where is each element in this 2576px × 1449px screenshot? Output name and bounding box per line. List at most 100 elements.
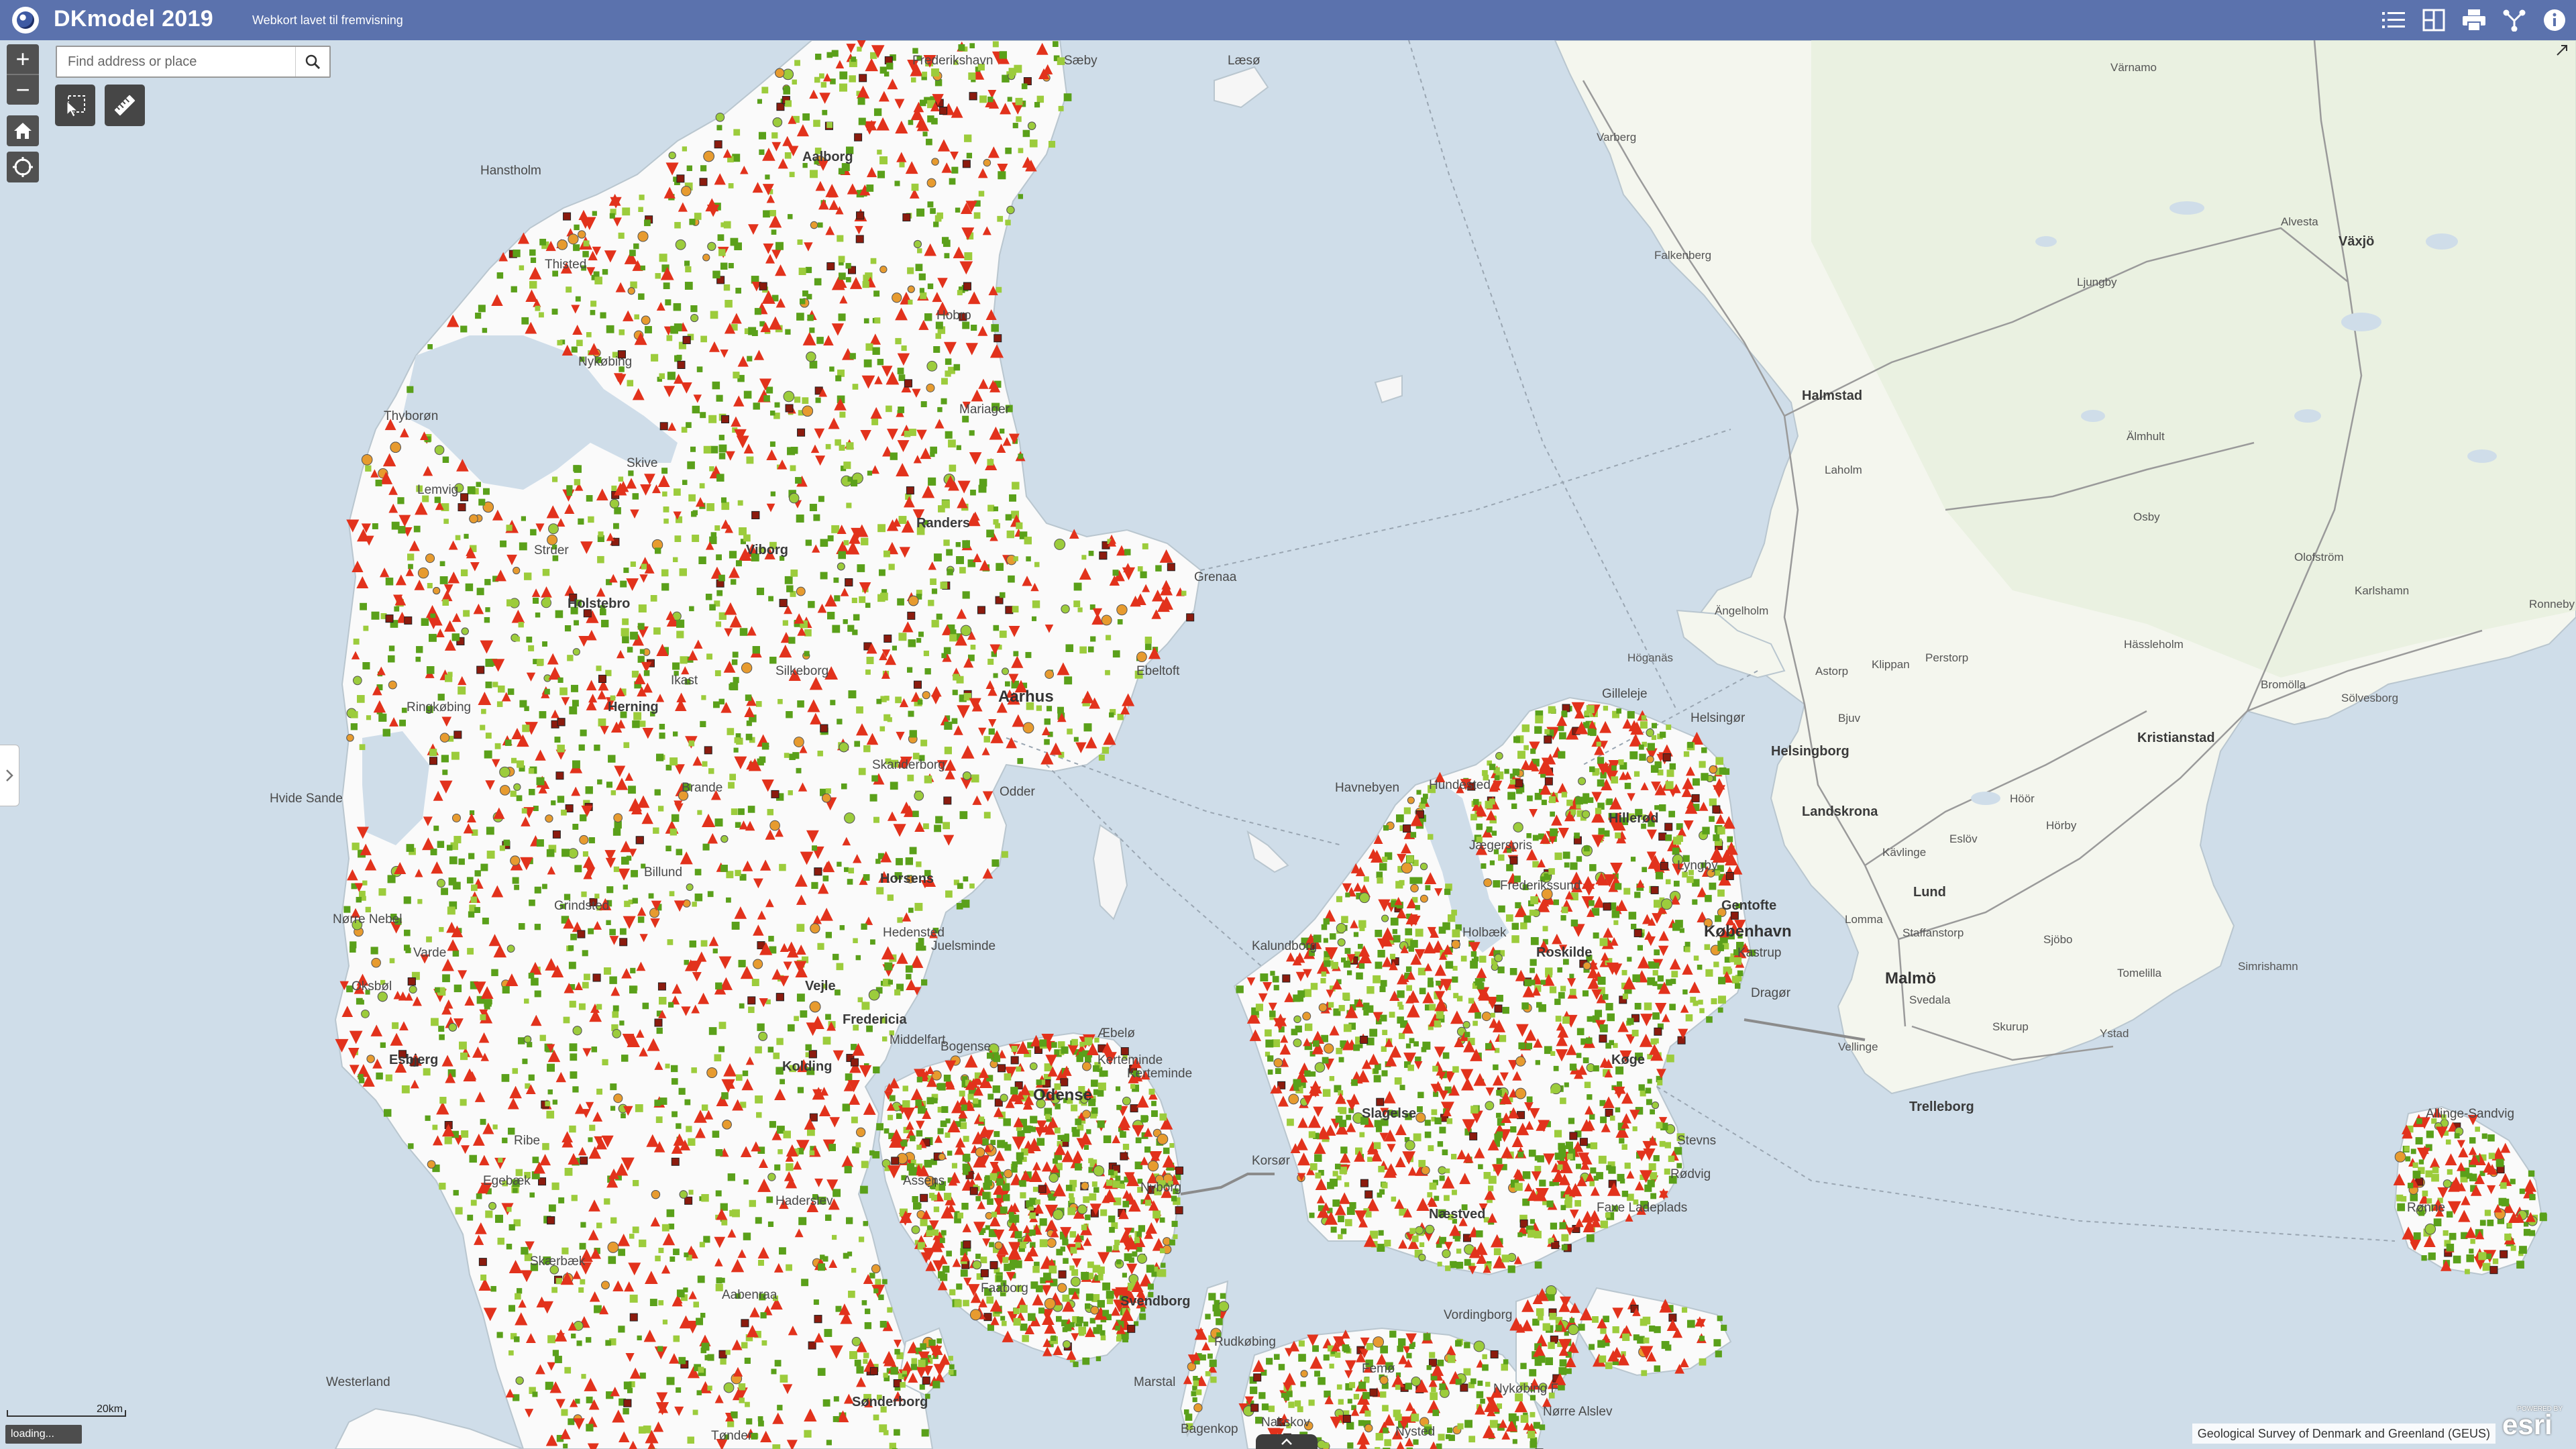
well-symbol[interactable]: [673, 557, 678, 562]
well-symbol[interactable]: [906, 486, 914, 495]
well-symbol[interactable]: [429, 633, 437, 642]
well-symbol[interactable]: [572, 1086, 579, 1093]
well-symbol[interactable]: [700, 940, 708, 947]
well-symbol[interactable]: [1417, 1106, 1423, 1112]
well-symbol[interactable]: [690, 305, 698, 313]
well-symbol[interactable]: [521, 516, 526, 521]
well-symbol[interactable]: [439, 733, 450, 743]
well-symbol[interactable]: [714, 670, 721, 676]
well-symbol[interactable]: [476, 588, 484, 596]
well-symbol[interactable]: [663, 506, 669, 513]
well-symbol[interactable]: [1000, 1093, 1008, 1102]
well-symbol[interactable]: [662, 491, 667, 497]
well-symbol[interactable]: [466, 877, 474, 883]
well-symbol[interactable]: [628, 786, 636, 794]
well-symbol[interactable]: [963, 282, 971, 290]
well-symbol[interactable]: [962, 415, 969, 423]
well-symbol[interactable]: [854, 1359, 861, 1366]
well-symbol[interactable]: [878, 1294, 884, 1301]
well-symbol[interactable]: [585, 786, 593, 794]
well-symbol[interactable]: [460, 1053, 468, 1061]
well-symbol[interactable]: [637, 623, 645, 630]
well-symbol[interactable]: [1122, 1096, 1131, 1106]
well-symbol[interactable]: [690, 314, 699, 323]
well-symbol[interactable]: [841, 783, 847, 790]
well-symbol[interactable]: [748, 327, 757, 335]
well-symbol[interactable]: [877, 524, 885, 533]
well-symbol[interactable]: [1159, 1217, 1165, 1223]
well-symbol[interactable]: [843, 462, 851, 470]
well-symbol[interactable]: [956, 556, 964, 564]
well-symbol[interactable]: [1106, 1246, 1112, 1252]
well-symbol[interactable]: [708, 768, 714, 774]
well-symbol[interactable]: [941, 237, 949, 244]
well-symbol[interactable]: [997, 1140, 1006, 1148]
well-symbol[interactable]: [461, 627, 469, 635]
well-symbol[interactable]: [513, 250, 521, 258]
well-symbol[interactable]: [825, 932, 832, 938]
well-symbol[interactable]: [467, 948, 474, 955]
well-symbol[interactable]: [761, 87, 769, 94]
well-symbol[interactable]: [640, 265, 645, 270]
well-symbol[interactable]: [407, 553, 415, 561]
well-symbol[interactable]: [574, 865, 582, 873]
well-symbol[interactable]: [1102, 1070, 1108, 1077]
well-symbol[interactable]: [802, 290, 808, 297]
well-symbol[interactable]: [535, 305, 541, 311]
well-symbol[interactable]: [1016, 116, 1022, 122]
well-symbol[interactable]: [568, 945, 574, 951]
well-symbol[interactable]: [413, 525, 421, 533]
well-symbol[interactable]: [785, 100, 792, 107]
well-symbol[interactable]: [535, 612, 541, 618]
well-symbol[interactable]: [1023, 1125, 1031, 1134]
well-symbol[interactable]: [731, 659, 738, 665]
well-symbol[interactable]: [671, 814, 680, 822]
well-symbol[interactable]: [933, 346, 941, 353]
well-symbol[interactable]: [869, 1366, 878, 1375]
well-symbol[interactable]: [1442, 1249, 1451, 1258]
well-symbol[interactable]: [451, 813, 461, 822]
well-symbol[interactable]: [873, 1414, 879, 1421]
well-symbol[interactable]: [1057, 706, 1064, 714]
well-symbol[interactable]: [692, 535, 700, 542]
well-symbol[interactable]: [656, 1027, 663, 1034]
well-symbol[interactable]: [1043, 1273, 1051, 1281]
well-symbol[interactable]: [1589, 864, 1597, 871]
well-symbol[interactable]: [1083, 1196, 1090, 1203]
well-symbol[interactable]: [895, 337, 902, 345]
well-symbol[interactable]: [654, 789, 661, 796]
well-symbol[interactable]: [887, 1307, 893, 1313]
well-symbol[interactable]: [743, 1179, 749, 1185]
well-symbol[interactable]: [767, 1173, 776, 1181]
well-symbol[interactable]: [425, 1115, 431, 1121]
well-symbol[interactable]: [1093, 1165, 1105, 1177]
well-symbol[interactable]: [808, 1341, 816, 1350]
well-symbol[interactable]: [1122, 1201, 1130, 1208]
well-symbol[interactable]: [872, 1151, 880, 1159]
well-symbol[interactable]: [989, 1173, 998, 1181]
well-symbol[interactable]: [612, 828, 621, 836]
well-symbol[interactable]: [439, 926, 444, 932]
well-symbol[interactable]: [563, 212, 572, 221]
well-symbol[interactable]: [945, 890, 953, 898]
well-symbol[interactable]: [623, 1408, 629, 1415]
well-symbol[interactable]: [752, 646, 760, 654]
well-symbol[interactable]: [759, 756, 766, 763]
well-symbol[interactable]: [654, 1099, 661, 1106]
well-symbol[interactable]: [883, 634, 892, 643]
well-symbol[interactable]: [485, 607, 490, 612]
well-symbol[interactable]: [732, 1209, 740, 1218]
well-symbol[interactable]: [1472, 1020, 1478, 1026]
well-symbol[interactable]: [1155, 565, 1162, 572]
well-symbol[interactable]: [796, 313, 804, 321]
well-symbol[interactable]: [979, 1116, 985, 1122]
well-symbol[interactable]: [907, 285, 915, 293]
well-symbol[interactable]: [692, 902, 697, 907]
well-symbol[interactable]: [480, 1118, 486, 1125]
well-symbol[interactable]: [668, 151, 676, 160]
well-symbol[interactable]: [969, 430, 975, 436]
well-symbol[interactable]: [1442, 1052, 1450, 1059]
well-symbol[interactable]: [1085, 1214, 1091, 1220]
well-symbol[interactable]: [865, 1308, 871, 1314]
well-symbol[interactable]: [1117, 619, 1123, 625]
